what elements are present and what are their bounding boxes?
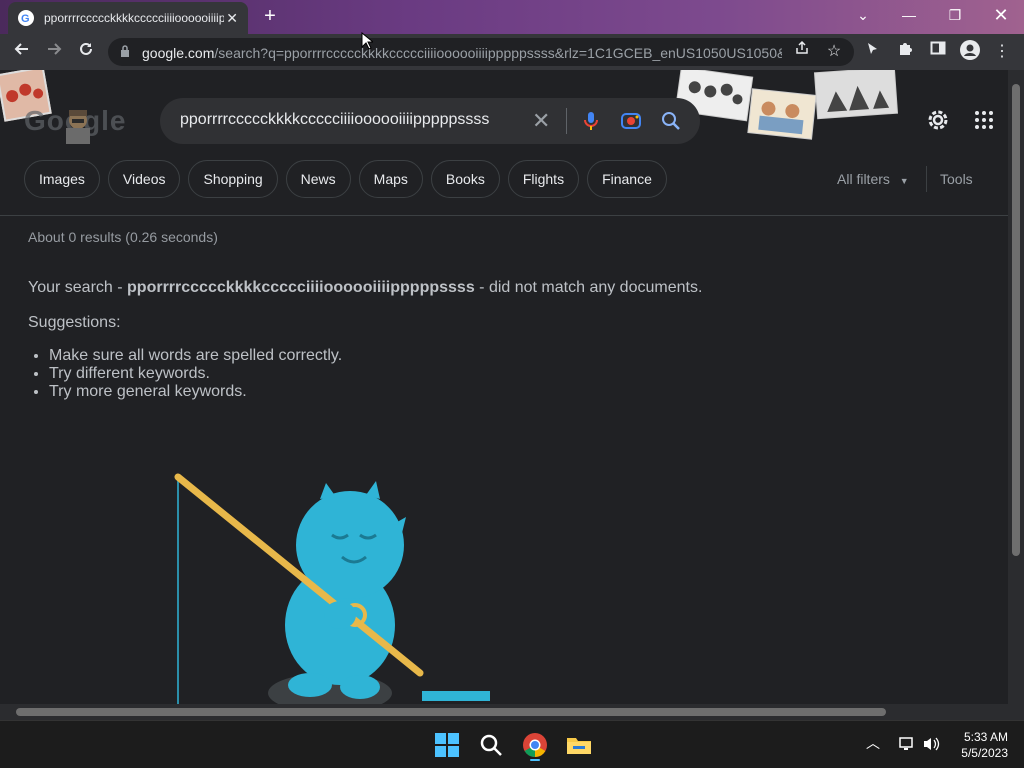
search-query[interactable]: pporrrrccccckkkkccccciiiioooooiiiippppps… (180, 111, 489, 129)
browser-menu-icon[interactable]: ⋮ (990, 40, 1014, 64)
search-box[interactable]: pporrrrccccckkkkccccciiiioooooiiiippppps… (160, 98, 700, 144)
lock-icon (121, 45, 129, 57)
chip-finance[interactable]: Finance (587, 160, 667, 198)
google-apps-grid-icon[interactable] (972, 108, 996, 132)
windows-taskbar: ︿ 5:33 AM 5/5/2023 (0, 720, 1024, 768)
share-icon[interactable] (790, 40, 814, 64)
suggestion-item: Try more general keywords. (49, 383, 342, 401)
chip-videos[interactable]: Videos (107, 160, 181, 198)
horizontal-scrollbar[interactable] (0, 704, 1008, 720)
search-box-divider (566, 108, 567, 134)
filters-divider (926, 166, 927, 192)
all-filters-button[interactable]: All filters ▼ (837, 171, 909, 187)
settings-gear-icon[interactable] (926, 108, 950, 132)
search-results-page: Google pporrrrccccckkkkccccciiiioooooiii… (0, 70, 1008, 704)
browser-tab[interactable]: G pporrrrccccckkkkccccciiiioooooiiiipppp… (8, 2, 248, 34)
scrollbar-corner (1008, 704, 1024, 720)
show-hidden-icons-chevron-icon[interactable]: ︿ (866, 733, 880, 753)
tools-button[interactable]: Tools (940, 171, 973, 187)
restore-button[interactable]: ❐ (932, 0, 978, 30)
dropdown-caret-icon: ▼ (899, 176, 909, 186)
doodle-person-image (66, 110, 90, 144)
chip-flights[interactable]: Flights (507, 160, 580, 198)
tab-title: pporrrrccccckkkkccccciiiioooooiiiippppps… (44, 11, 224, 25)
chip-books[interactable]: Books (430, 160, 500, 198)
file-explorer-icon[interactable] (563, 729, 595, 761)
taskbar-search-icon[interactable] (475, 729, 507, 761)
volume-icon[interactable] (922, 735, 940, 753)
browser-titlebar: G pporrrrccccckkkkccccciiiioooooiiiipppp… (0, 0, 1024, 34)
clock-date: 5/5/2023 (961, 746, 1008, 760)
vertical-scrollbar-thumb[interactable] (1012, 84, 1020, 556)
profile-avatar-icon[interactable] (958, 40, 982, 64)
minimize-button[interactable]: — (886, 0, 932, 30)
chip-maps[interactable]: Maps (358, 160, 423, 198)
svg-text:G: G (21, 13, 30, 24)
horizontal-scrollbar-thumb[interactable] (16, 708, 886, 716)
suggestions-list: Make sure all words are spelled correctl… (49, 347, 342, 401)
tab-search-icon[interactable]: ⌄ (840, 0, 886, 30)
suggestions-label: Suggestions: (28, 314, 121, 331)
reload-icon[interactable] (74, 40, 98, 64)
extension-cursor-icon[interactable] (860, 40, 884, 64)
bookmark-star-icon[interactable]: ☆ (822, 40, 846, 64)
system-clock[interactable]: 5:33 AM 5/5/2023 (948, 729, 1008, 761)
clear-search-icon[interactable]: ✕ (532, 108, 550, 134)
extensions-puzzle-icon[interactable] (894, 40, 918, 64)
no-results-query: pporrrrccccckkkkccccciiiioooooiiiippppps… (127, 279, 475, 296)
fishing-monster-illustration (174, 473, 490, 704)
search-magnifier-icon[interactable] (660, 110, 682, 132)
search-filter-chips: Images Videos Shopping News Maps Books F… (24, 160, 667, 198)
voice-search-icon[interactable] (580, 110, 602, 132)
network-icon[interactable] (898, 735, 916, 753)
header-divider (0, 215, 1008, 216)
result-stats: About 0 results (0.26 seconds) (28, 229, 218, 245)
close-window-button[interactable]: ✕ (978, 0, 1024, 30)
vertical-scrollbar[interactable] (1008, 70, 1024, 704)
tab-close-icon[interactable]: ✕ (226, 10, 238, 27)
clock-time: 5:33 AM (963, 730, 1008, 744)
back-icon[interactable] (10, 40, 34, 64)
side-panel-icon[interactable] (926, 40, 950, 64)
mouse-cursor-icon (361, 32, 373, 50)
url-text: google.com/search?q=pporrrrccccckkkkcccc… (142, 45, 782, 61)
lens-camera-icon[interactable] (620, 110, 642, 132)
chip-shopping[interactable]: Shopping (188, 160, 278, 198)
google-favicon-icon: G (18, 10, 34, 26)
chip-news[interactable]: News (285, 160, 351, 198)
chrome-taskbar-icon[interactable] (519, 729, 551, 761)
new-tab-button[interactable]: + (257, 5, 283, 29)
forward-icon[interactable] (42, 40, 66, 64)
windows-start-icon[interactable] (431, 729, 463, 761)
address-bar[interactable]: google.com/search?q=pporrrrccccckkkkcccc… (108, 38, 854, 66)
chip-images[interactable]: Images (24, 160, 100, 198)
suggestion-item: Try different keywords. (49, 365, 342, 383)
no-results-message: Your search - pporrrrccccckkkkccccciiiio… (28, 279, 703, 296)
doodle-photos-image (674, 70, 901, 140)
browser-toolbar: google.com/search?q=pporrrrccccckkkkcccc… (0, 34, 1024, 70)
suggestion-item: Make sure all words are spelled correctl… (49, 347, 342, 365)
